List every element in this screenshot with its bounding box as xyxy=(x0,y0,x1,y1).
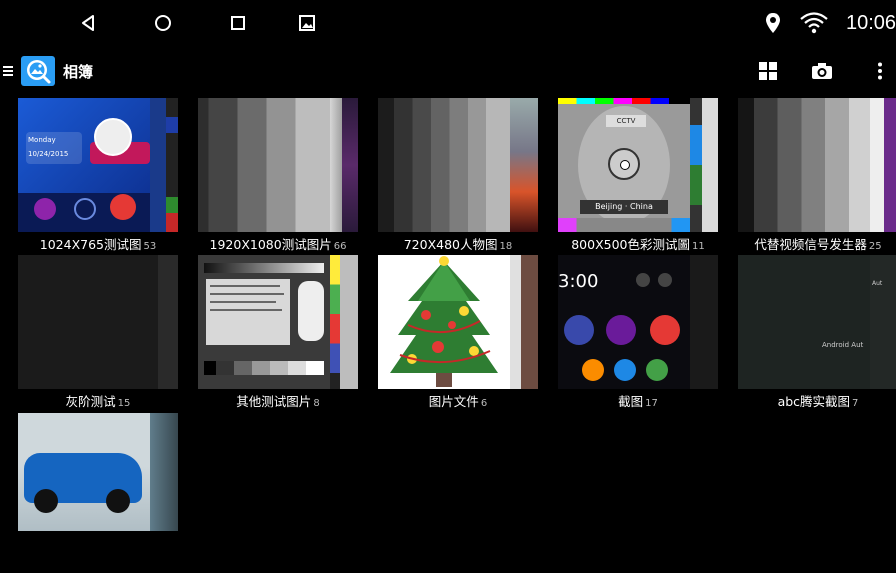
album-tile[interactable]: 图片文件 6 xyxy=(378,255,538,415)
stack-edge xyxy=(690,255,718,389)
stack-edge xyxy=(166,98,178,232)
app-title: 相簿 xyxy=(63,63,94,81)
album-thumbnail xyxy=(198,98,330,232)
album-tile[interactable]: 1920X1080测试图片 66 xyxy=(198,98,358,258)
stack-edge xyxy=(150,413,178,531)
album-label: 800X500色彩测试圖 11 xyxy=(571,237,705,252)
album-thumbnail xyxy=(18,413,150,531)
album-label: 截图 17 xyxy=(618,394,658,409)
stack-edge xyxy=(340,255,358,389)
album-thumbnail xyxy=(18,255,158,389)
album-tile[interactable]: Monday 10/24/2015 1024X765测试图 53 xyxy=(18,98,178,258)
overflow-menu-icon[interactable] xyxy=(868,59,892,83)
stack-edge xyxy=(510,98,538,232)
album-tile[interactable]: Android Aut Aut abc腾实截图 7 xyxy=(738,255,896,415)
album-tile[interactable]: 其他测试图片 8 xyxy=(198,255,358,415)
stack-edge xyxy=(510,255,538,389)
album-label: 图片文件 6 xyxy=(428,394,488,409)
album-thumbnail: Android Aut xyxy=(738,255,870,389)
album-thumbnail xyxy=(378,255,510,389)
stack-edge xyxy=(342,98,358,232)
album-tile[interactable]: 代替视频信号发生器 25 xyxy=(738,98,896,258)
album-label: 1920X1080测试图片 66 xyxy=(209,237,347,252)
album-thumbnail xyxy=(738,98,870,232)
album-thumbnail xyxy=(198,255,330,389)
album-thumbnail xyxy=(378,98,510,232)
album-label: 720X480人物图 18 xyxy=(403,237,513,252)
album-tile[interactable]: 灰阶测试 15 xyxy=(18,255,178,415)
stack-edge xyxy=(158,255,178,389)
clock: 10:06 xyxy=(846,12,896,34)
camera-icon[interactable] xyxy=(810,59,834,83)
stack-edge xyxy=(870,98,896,232)
album-tile[interactable] xyxy=(18,413,178,573)
status-bar: 10:06 xyxy=(0,0,896,46)
album-label: 其他测试图片 8 xyxy=(236,394,320,409)
wifi-icon xyxy=(797,10,831,36)
gallery-app-icon[interactable] xyxy=(20,55,56,87)
recents-icon[interactable] xyxy=(225,10,251,36)
album-tile[interactable]: CCTV Beijing · China 800X500色彩测试圖 11 xyxy=(558,98,718,258)
stack-edge xyxy=(702,98,718,232)
location-icon xyxy=(760,10,786,36)
app-bar: 相簿 xyxy=(0,50,896,92)
album-label: abc腾实截图 7 xyxy=(777,394,859,409)
album-tile[interactable]: 3:00 截图 17 xyxy=(558,255,718,415)
album-tile[interactable]: 720X480人物图 18 xyxy=(378,98,538,258)
album-thumbnail: Monday 10/24/2015 xyxy=(18,98,150,232)
back-icon[interactable] xyxy=(75,10,101,36)
stack-edge: Aut xyxy=(870,255,896,389)
home-icon[interactable] xyxy=(150,10,176,36)
grid-view-icon[interactable] xyxy=(756,59,780,83)
album-label xyxy=(18,549,178,564)
album-label: 1024X765测试图 53 xyxy=(39,237,157,252)
album-thumbnail: CCTV Beijing · China xyxy=(558,98,690,232)
screenshot-icon[interactable] xyxy=(294,10,320,36)
album-thumbnail: 3:00 xyxy=(558,255,690,389)
stack-edge xyxy=(330,255,340,389)
album-label: 灰阶测试 15 xyxy=(65,394,131,409)
album-label: 代替视频信号发生器 25 xyxy=(754,237,882,252)
drawer-menu-icon[interactable] xyxy=(2,59,14,83)
stack-edge xyxy=(690,98,702,232)
stack-edge xyxy=(330,98,342,232)
